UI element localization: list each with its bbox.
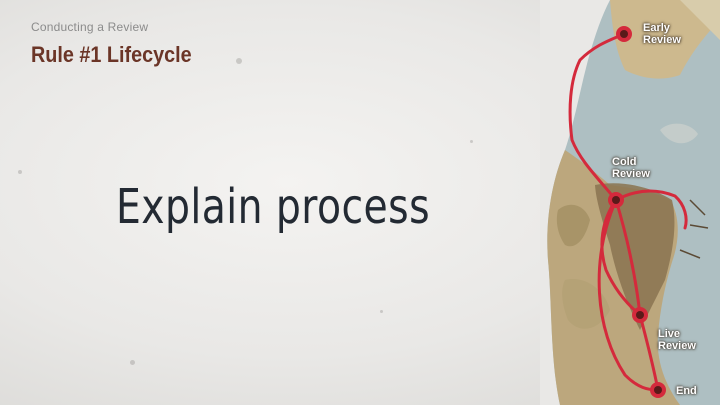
slide-headline: Explain process [116, 179, 430, 235]
map-label-end: End [676, 385, 697, 397]
map-label-line: Early [643, 22, 670, 34]
stop-marker-center [636, 311, 644, 319]
map-label-line: Cold [612, 156, 637, 168]
paper-speck [380, 310, 383, 313]
map-label-live-review: Live Review [658, 328, 696, 352]
paper-speck [470, 140, 473, 143]
map-label-line: Review [658, 340, 696, 352]
paper-speck [18, 170, 22, 174]
stop-marker-center [612, 196, 620, 204]
slide: Conducting a Review Rule #1 Lifecycle Ex… [0, 0, 720, 405]
slide-title: Rule #1 Lifecycle [31, 42, 192, 67]
stop-marker-center [620, 30, 628, 38]
map-label-line: Live [658, 328, 681, 340]
map-label-line: Review [612, 168, 650, 180]
paper-speck [130, 360, 135, 365]
slide-subtitle: Conducting a Review [31, 20, 149, 34]
paper-speck [236, 58, 242, 64]
stop-marker-center [654, 386, 662, 394]
map-label-line: End [676, 385, 697, 397]
map-label-cold-review: Cold Review [612, 156, 650, 180]
map-label-early-review: Early Review [643, 22, 681, 46]
map-label-line: Review [643, 34, 681, 46]
